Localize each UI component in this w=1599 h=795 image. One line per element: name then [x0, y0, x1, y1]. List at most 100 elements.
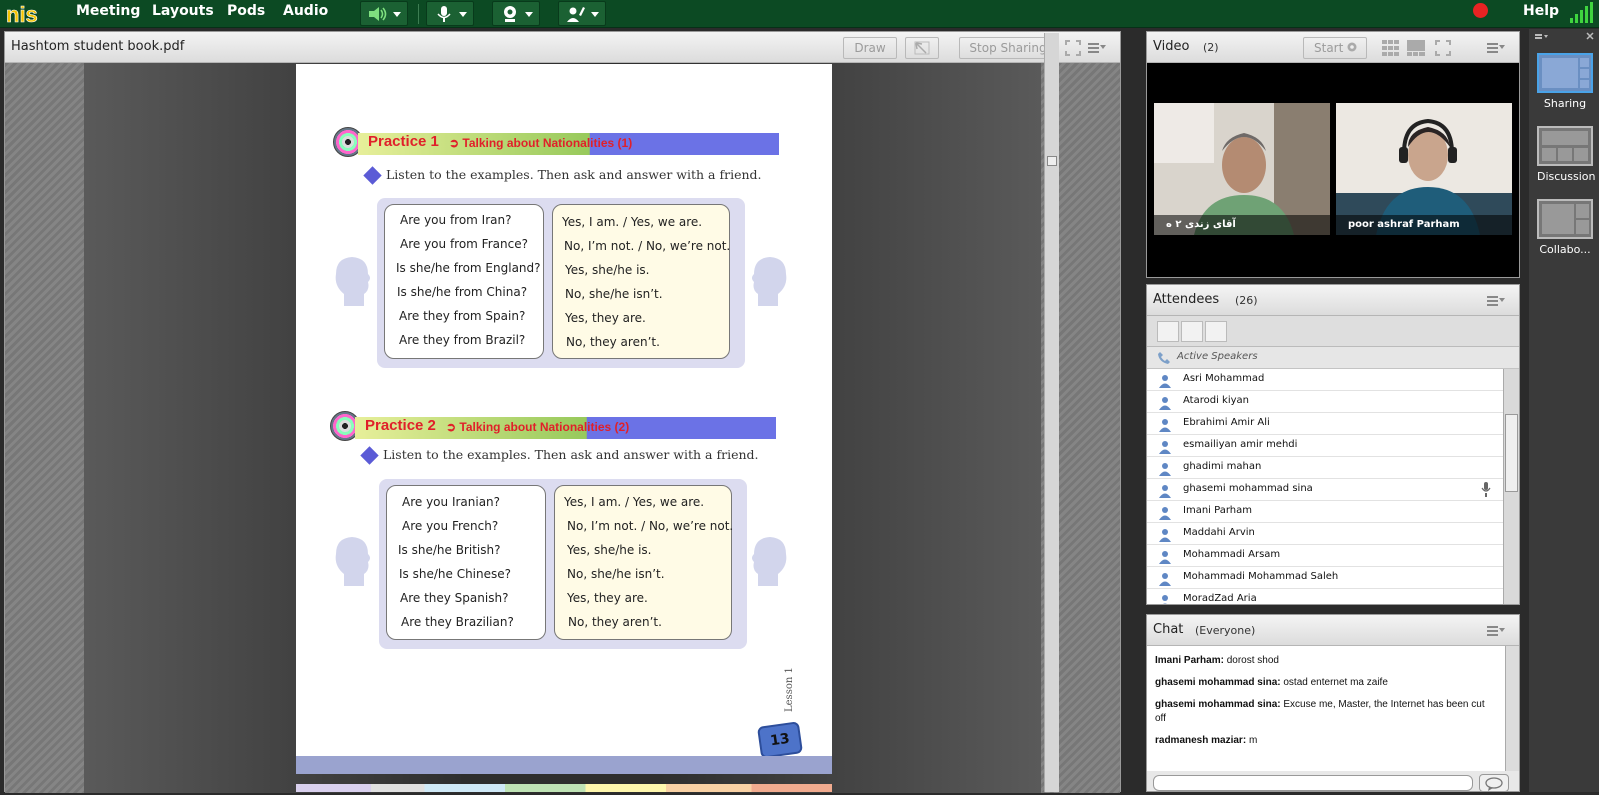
question-line: Are they from Brazil? — [399, 333, 526, 347]
layout-sharing[interactable]: Sharing — [1537, 53, 1593, 110]
layouts-bar-controls[interactable] — [1533, 32, 1595, 42]
list-item[interactable]: Ebrahimi Amir Ali — [1147, 413, 1503, 435]
answer-line: Yes, she/he is. — [565, 263, 650, 277]
practice-1-instruction: Listen to the examples. Then ask and ans… — [386, 167, 762, 182]
answer-line: Yes, I am. / Yes, we are. — [564, 495, 705, 509]
list-item[interactable]: Asri Mohammad — [1147, 369, 1503, 391]
microphone-icon — [437, 6, 451, 22]
scroll-thumb[interactable] — [1047, 156, 1057, 166]
layout-thumbnail — [1537, 126, 1593, 166]
user-icon — [1159, 483, 1171, 498]
chat-messages: Imani Parham: dorost shod ghasemi mohamm… — [1147, 646, 1505, 771]
raise-hand-button[interactable] — [558, 1, 606, 26]
recording-indicator[interactable] — [1473, 3, 1488, 18]
video-tile-teacher[interactable]: ﺁﻗﺎﯼ ﺯﻧﺪﯼ ۲ ﻩ — [1154, 103, 1330, 235]
breakout-rooms-icon[interactable] — [1181, 321, 1203, 342]
layout-discussion[interactable]: Discussion — [1537, 126, 1596, 183]
attendees-toolbar — [1147, 316, 1519, 347]
microphone-button[interactable] — [426, 1, 474, 26]
fullscreen-icon[interactable] — [1435, 40, 1451, 56]
answer-line: No, I’m not. / No, we’re not. — [567, 519, 734, 533]
pod-options-menu[interactable] — [1487, 626, 1505, 636]
filmstrip-view-icon[interactable] — [1406, 39, 1426, 57]
attendee-status-icon[interactable] — [1205, 321, 1227, 342]
draw-button[interactable]: Draw — [843, 37, 897, 59]
answer-line: No, I’m not. / No, we’re not. — [564, 239, 731, 253]
bullet-diamond-icon — [363, 166, 382, 185]
list-item[interactable]: esmailiyan amir mehdi — [1147, 435, 1503, 457]
webcam-button[interactable] — [492, 1, 540, 26]
layout-label: Discussion — [1537, 170, 1596, 183]
question-line: Is she/he British? — [398, 543, 501, 557]
user-icon — [1159, 527, 1171, 542]
chat-scope: (Everyone) — [1195, 624, 1256, 637]
layouts-bar: Sharing Discussion Collabo... — [1529, 29, 1599, 792]
share-vertical-scrollbar[interactable] — [1044, 33, 1059, 792]
list-item[interactable]: ghasemi mohammad sina — [1147, 479, 1503, 501]
list-view-icon[interactable] — [1157, 321, 1179, 342]
user-icon — [1159, 549, 1171, 564]
fullscreen-icon[interactable] — [1065, 40, 1081, 56]
help-menu[interactable]: Help — [1523, 3, 1559, 19]
menu-layouts[interactable]: Layouts — [152, 3, 214, 19]
layout-collaboration[interactable]: Collabo... — [1537, 199, 1593, 256]
list-item[interactable]: MoradZad Aria — [1147, 589, 1503, 604]
menu-pods[interactable]: Pods — [227, 3, 265, 19]
chevron-down-icon[interactable] — [459, 12, 467, 17]
video-tile-name: ﺁﻗﺎﯼ ﺯﻧﺪﯼ ۲ ﻩ — [1154, 215, 1330, 235]
send-message-button[interactable] — [1479, 774, 1509, 792]
question-line: Are they Spanish? — [400, 591, 509, 605]
question-line: Is she/he from England? — [396, 261, 541, 275]
top-menu-bar: nis Meeting Layouts Pods Audio Help — [0, 0, 1599, 28]
head-silhouette-icon — [752, 257, 787, 306]
list-item[interactable]: ghadimi mahan — [1147, 457, 1503, 479]
video-tile-name: poor ashraf Parham — [1336, 215, 1512, 235]
list-item[interactable]: Mohammadi Arsam — [1147, 545, 1503, 567]
list-item[interactable]: Maddahi Arvin — [1147, 523, 1503, 545]
chevron-down-icon[interactable] — [525, 12, 533, 17]
chat-scrollbar[interactable] — [1505, 646, 1519, 771]
chat-pod: Chat (Everyone) Imani Parham: dorost sho… — [1146, 614, 1520, 792]
scroll-thumb[interactable] — [1505, 414, 1518, 492]
question-line: Are you from Iran? — [400, 213, 512, 227]
chevron-down-icon[interactable] — [591, 12, 599, 17]
pod-options-menu[interactable] — [1487, 43, 1505, 53]
video-tile-student[interactable]: poor ashraf Parham — [1336, 103, 1512, 235]
chevron-down-icon[interactable] — [393, 12, 401, 17]
menu-meeting[interactable]: Meeting — [76, 3, 140, 19]
attendees-pod-header: Attendees (26) — [1147, 285, 1519, 316]
attendee-list-scrollbar[interactable] — [1503, 369, 1519, 604]
attendees-pod-title: Attendees — [1153, 292, 1220, 307]
share-pod-header: Hashtom student book.pdf Draw Stop Shari… — [5, 32, 1120, 63]
list-item[interactable]: Mohammadi Mohammad Saleh — [1147, 567, 1503, 589]
question-line: Are they from Spain? — [399, 309, 526, 323]
active-speakers-label: Active Speakers — [1177, 351, 1258, 362]
answer-line: Yes, she/he is. — [567, 543, 652, 557]
list-item[interactable]: Imani Parham — [1147, 501, 1503, 523]
chat-message: Imani Parham: dorost shod — [1155, 655, 1279, 666]
pod-options-menu[interactable] — [1088, 43, 1106, 53]
menu-audio[interactable]: Audio — [283, 3, 328, 19]
grid-view-icon[interactable] — [1381, 39, 1401, 57]
page-number-badge: 13 — [756, 721, 804, 759]
list-item[interactable]: Atarodi kiyan — [1147, 391, 1503, 413]
pdf-page: Practice 1 ➲ Talking about Nationalities… — [296, 64, 832, 774]
speaker-button[interactable] — [360, 1, 408, 26]
chat-input[interactable] — [1153, 775, 1473, 791]
head-silhouette-icon — [752, 537, 787, 586]
start-webcam-button[interactable]: Start — [1303, 37, 1367, 59]
user-icon — [1159, 373, 1171, 388]
next-pdf-page-edge — [296, 784, 832, 792]
pointer-button[interactable] — [905, 37, 939, 59]
webcam-icon — [1347, 42, 1357, 52]
pod-options-menu[interactable] — [1487, 296, 1505, 306]
answer-line: No, they aren’t. — [568, 615, 662, 629]
speaker-icon — [369, 7, 387, 21]
page-footer-band — [296, 756, 832, 774]
stop-sharing-button[interactable]: Stop Sharing — [959, 37, 1057, 59]
user-icon — [1159, 593, 1171, 604]
attendee-count: (26) — [1235, 294, 1258, 307]
user-icon — [1159, 439, 1171, 454]
question-line: Is she/he Chinese? — [399, 567, 512, 581]
user-icon — [1159, 461, 1171, 476]
